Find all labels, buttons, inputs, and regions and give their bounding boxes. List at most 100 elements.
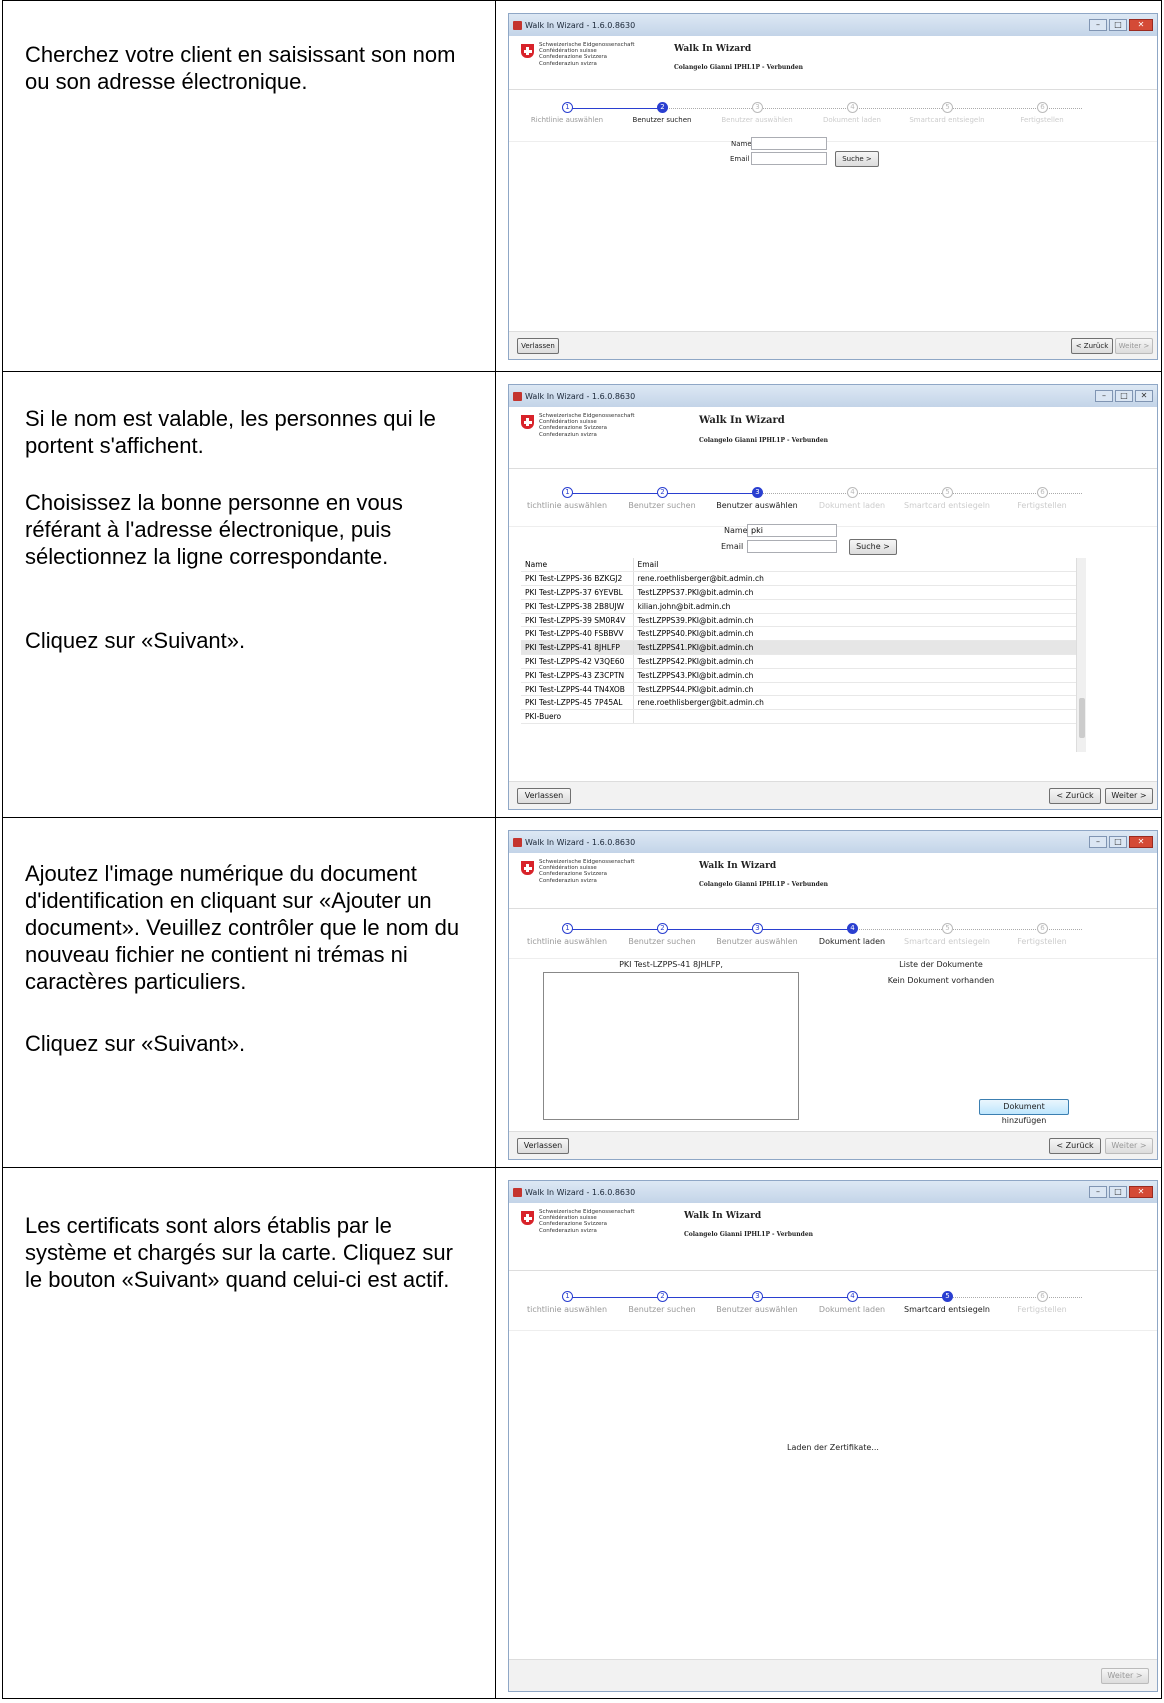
window-title-bar: Walk In Wizard - 1.6.0.8630 – □ ✕ (509, 385, 1157, 407)
table-row[interactable]: PKI Test-LZPPS-42 V3QE60 TestLZPPS42.PKI@… (521, 654, 1076, 669)
app-title: Walk In Wizard (699, 415, 785, 426)
minimize-icon[interactable]: – (1095, 390, 1113, 402)
email-label: Email (721, 542, 744, 551)
step-label: Smartcard entsiegeln (903, 501, 990, 510)
step-label: Dokument laden (818, 1305, 886, 1314)
instruction-row-4: Les certificats sont alors établis par l… (2, 1167, 1162, 1699)
leave-button[interactable]: Verlassen (517, 788, 571, 804)
back-button[interactable]: < Zurück (1071, 338, 1113, 354)
wizard-header: Schweizerische Eidgenossenschaft Confédér… (509, 36, 1157, 90)
wizard-footer: Verlassen < Zurück Weiter > (509, 331, 1157, 359)
wizard-footer: Verlassen < Zurück Weiter > (509, 1131, 1157, 1159)
loading-message: Laden der Zertifikate... (787, 1443, 879, 1452)
minimize-icon[interactable]: – (1089, 836, 1107, 848)
table-row[interactable]: PKI Test-LZPPS-39 SM0R4V TestLZPPS39.PKI@… (521, 613, 1076, 628)
table-header-row: Name Email (521, 558, 1076, 573)
step-label: Benutzer auswählen (716, 501, 798, 510)
instruction-text-cell: Les certificats sont alors établis par l… (2, 1168, 496, 1698)
name-input[interactable]: pki (747, 524, 837, 537)
confederation-text: Schweizerische Eidgenossenschaft Confédér… (539, 859, 635, 884)
table-row[interactable]: PKI Test-LZPPS-36 BZKGJ2 rene.roethlisber… (521, 571, 1076, 587)
name-cell: PKI Test-LZPPS-36 BZKGJ2 (521, 571, 634, 587)
name-input[interactable] (751, 137, 827, 150)
step-2-icon: 2 (657, 923, 668, 934)
name-cell: PKI Test-LZPPS-42 V3QE60 (521, 654, 634, 669)
step-label: Fertigstellen (1020, 116, 1064, 124)
back-button[interactable]: < Zurück (1049, 1138, 1101, 1154)
swiss-flag-icon (521, 415, 534, 429)
email-cell: TestLZPPS43.PKI@bit.admin.ch (633, 668, 1076, 683)
instruction-paragraph: Choisissez la bonne personne en vous réf… (25, 490, 403, 569)
minimize-icon[interactable]: – (1089, 1186, 1107, 1198)
app-title: Walk In Wizard (699, 861, 777, 871)
maximize-icon[interactable]: □ (1109, 1186, 1127, 1198)
table-row[interactable]: PKI Test-LZPPS-44 TN4XOB TestLZPPS44.PKI@… (521, 682, 1076, 697)
maximize-icon[interactable]: □ (1109, 836, 1127, 848)
step-3-icon: 3 (752, 923, 763, 934)
table-row[interactable]: PKI Test-LZPPS-37 6YEVBL TestLZPPS37.PKI@… (521, 585, 1076, 600)
wizard-header: Schweizerische Eidgenossenschaft Confédér… (509, 407, 1157, 469)
table-row[interactable]: PKI Test-LZPPS-38 2B8UJW kilian.john@bit.… (521, 599, 1076, 614)
results-scrollbar[interactable] (1076, 558, 1086, 752)
email-label: Email (730, 155, 750, 163)
table-row[interactable]: PKI Test-LZPPS-40 FSBBVV TestLZPPS40.PKI@… (521, 626, 1076, 642)
next-button[interactable]: Weiter > (1105, 788, 1153, 804)
wizard-header: Schweizerische Eidgenossenschaft Confédér… (509, 853, 1157, 909)
step-1-icon: 1 (562, 923, 573, 934)
wizard-window: Walk In Wizard - 1.6.0.8630 – □ ✕ Schweize… (508, 13, 1158, 360)
table-row[interactable]: PKI Test-LZPPS-43 Z3CPTN TestLZPPS43.PKI@… (521, 668, 1076, 683)
maximize-icon[interactable]: □ (1109, 19, 1127, 31)
minimize-icon[interactable]: – (1089, 19, 1107, 31)
step-5-icon: 5 (942, 102, 953, 113)
screenshot-cell: Walk In Wizard - 1.6.0.8630 – □ ✕ Schweize… (496, 1, 1162, 371)
close-icon[interactable]: ✕ (1129, 836, 1153, 848)
leave-button[interactable]: Verlassen (517, 1138, 569, 1154)
step-label: Benutzer auswählen (716, 1305, 798, 1314)
app-icon (513, 20, 522, 30)
search-button[interactable]: Suche > (835, 151, 879, 167)
results-table: Name Email PKI Test-LZPPS-36 BZKGJ2 rene.r… (521, 558, 1076, 725)
selected-person-label: PKI Test-LZPPS-41 8JHLFP, (619, 960, 723, 969)
wizard-steps: 1 2 3 4 5 6 tichtlinie auswählen Benutze… (509, 483, 1157, 527)
column-header: Email (633, 558, 1076, 573)
window-title: Walk In Wizard - 1.6.0.8630 (525, 20, 636, 30)
name-cell: PKI Test-LZPPS-43 Z3CPTN (521, 668, 634, 683)
close-icon[interactable]: ✕ (1129, 1186, 1153, 1198)
step-label: Fertigstellen (1017, 1305, 1067, 1314)
next-button[interactable]: Weiter > (1101, 1668, 1149, 1684)
step-3-icon: 3 (752, 487, 763, 498)
name-cell: PKI Test-LZPPS-40 FSBBVV (521, 626, 634, 642)
next-button[interactable]: Weiter > (1105, 1138, 1153, 1154)
close-icon[interactable]: ✕ (1135, 390, 1153, 402)
leave-button[interactable]: Verlassen (517, 338, 559, 354)
table-row[interactable]: PKI-Buero (521, 709, 1076, 725)
confederation-text: Schweizerische Eidgenossenschaft Confédér… (539, 413, 635, 438)
step-5-icon: 5 (942, 1291, 953, 1302)
next-button[interactable]: Weiter > (1115, 338, 1153, 354)
app-icon (513, 391, 522, 401)
wizard-footer: Weiter > (509, 1659, 1157, 1691)
step-6-icon: 6 (1037, 102, 1048, 113)
email-input[interactable] (751, 152, 827, 165)
step-6-icon: 6 (1037, 487, 1048, 498)
table-row[interactable]: PKI Test-LZPPS-45 7P45AL rene.roethlisber… (521, 695, 1076, 711)
close-icon[interactable]: ✕ (1129, 19, 1153, 31)
step-3-icon: 3 (752, 102, 763, 113)
maximize-icon[interactable]: □ (1115, 390, 1133, 402)
email-cell: TestLZPPS41.PKI@bit.admin.ch (633, 640, 1076, 656)
table-row[interactable]: PKI Test-LZPPS-41 8JHLFP TestLZPPS41.PKI@… (521, 640, 1076, 656)
email-cell: TestLZPPS44.PKI@bit.admin.ch (633, 682, 1076, 697)
wizard-window: Walk In Wizard - 1.6.0.8630 – □ ✕ Schweize… (508, 830, 1158, 1160)
step-label: Dokument laden (818, 501, 886, 510)
search-button[interactable]: Suche > (849, 539, 897, 555)
back-button[interactable]: < Zurück (1049, 788, 1101, 804)
instruction-row-3: Ajoutez l'image numérique du document d'… (2, 817, 1162, 1167)
step-label: Smartcard entsiegeln (909, 116, 985, 124)
email-input[interactable] (747, 540, 837, 553)
instruction-text-cell: Cherchez votre client en saisissant son … (2, 1, 496, 371)
add-document-button[interactable]: Dokument hinzufügen (979, 1099, 1069, 1125)
step-label: Smartcard entsiegeln (903, 937, 990, 946)
step-1-icon: 1 (562, 487, 573, 498)
step-4-icon: 4 (847, 487, 858, 498)
step-label: Richtlinie auswählen (530, 116, 604, 124)
